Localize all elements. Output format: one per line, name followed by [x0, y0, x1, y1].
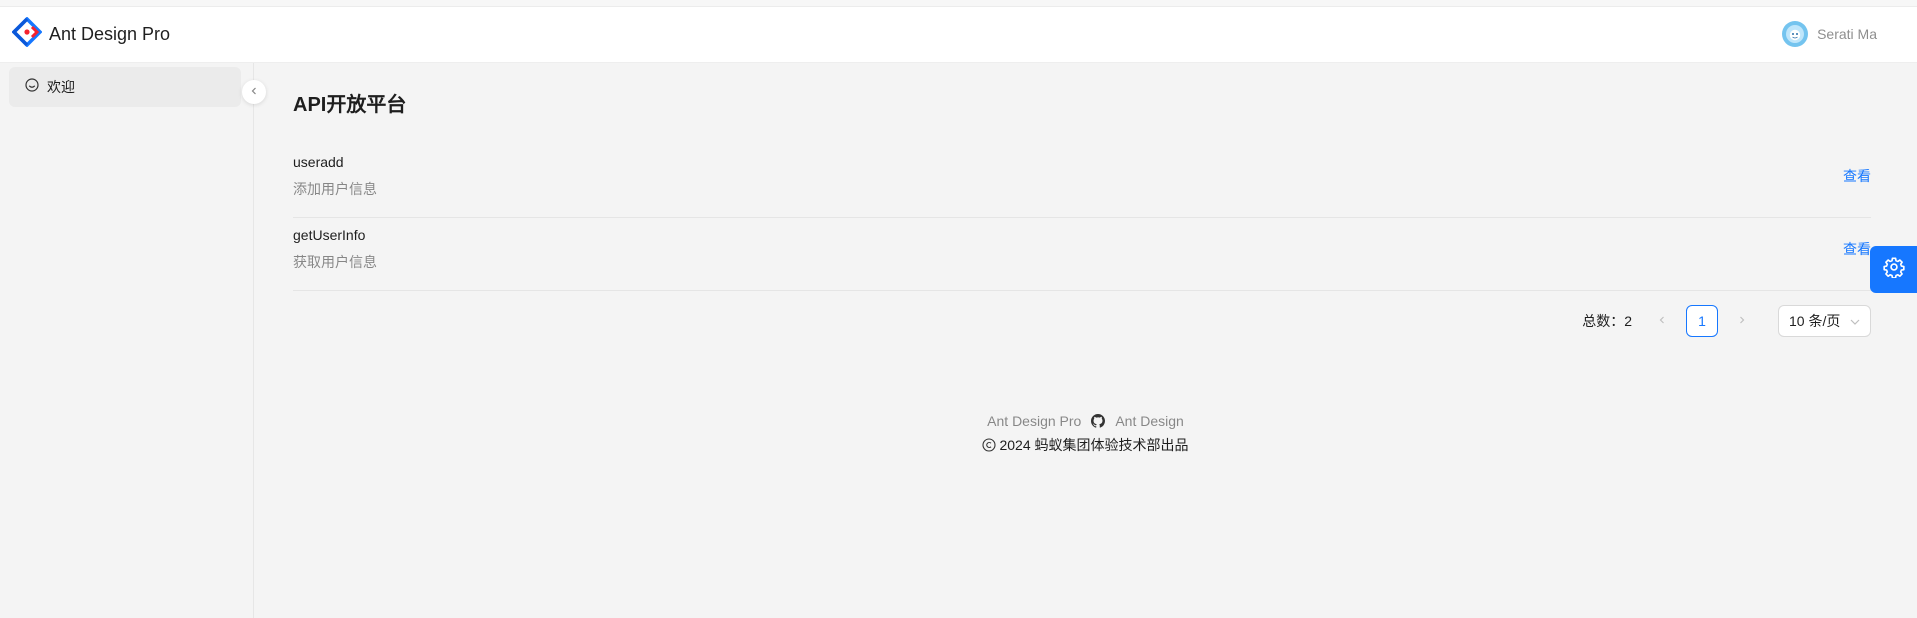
api-list: useradd 添加用户信息 查看 getUserInfo 获取用户信息 查看: [293, 145, 1871, 291]
page-1-button[interactable]: 1: [1686, 305, 1718, 337]
sidebar-item-label: 欢迎: [47, 79, 75, 95]
browser-top-strip: [0, 0, 1917, 7]
footer-links: Ant Design Pro Ant Design: [254, 413, 1917, 429]
list-item-description: 添加用户信息: [293, 181, 377, 197]
settings-drawer-button[interactable]: [1870, 246, 1917, 293]
view-link[interactable]: 查看: [1843, 166, 1871, 186]
copyright-text: 2024 蚂蚁集团体验技术部出品: [999, 437, 1189, 453]
page-title: API开放平台: [293, 94, 407, 116]
list-item-description: 获取用户信息: [293, 254, 377, 270]
smile-icon: [25, 77, 39, 97]
pagination-total: 总数：2: [1582, 313, 1632, 329]
page-size-select[interactable]: 10 条/页: [1778, 305, 1871, 337]
top-header: Ant Design Pro Serati Ma: [0, 7, 1917, 63]
avatar[interactable]: [1782, 21, 1809, 47]
sidebar-collapse-button[interactable]: [242, 80, 266, 104]
chevron-down-icon: [1849, 315, 1861, 331]
prev-page-button[interactable]: [1646, 305, 1678, 337]
app-title: Ant Design Pro: [49, 24, 171, 44]
next-page-button[interactable]: [1726, 305, 1758, 337]
footer: Ant Design Pro Ant Design 2024 蚂蚁集团体验技术部…: [254, 413, 1917, 455]
list-item-title: getUserInfo: [293, 227, 366, 243]
username: Serati Ma: [1817, 26, 1877, 42]
chevron-left-icon: [249, 83, 259, 101]
sidebar: 欢迎: [0, 63, 254, 618]
logo[interactable]: Ant Design Pro: [11, 16, 171, 52]
footer-link-ant-design-pro[interactable]: Ant Design Pro: [987, 413, 1081, 429]
chevron-left-icon: [1657, 312, 1667, 330]
github-icon[interactable]: [1091, 414, 1106, 428]
view-link[interactable]: 查看: [1843, 239, 1871, 259]
sidebar-item-welcome[interactable]: 欢迎: [9, 67, 241, 107]
list-item: useradd 添加用户信息 查看: [293, 145, 1871, 218]
page-size-value: 10 条/页: [1789, 313, 1841, 329]
copyright-icon: [982, 437, 999, 453]
footer-link-ant-design[interactable]: Ant Design: [1115, 413, 1183, 429]
ant-design-logo-icon: [11, 16, 43, 52]
chevron-right-icon: [1737, 312, 1747, 330]
list-item-title: useradd: [293, 154, 344, 170]
copyright: 2024 蚂蚁集团体验技术部出品: [254, 435, 1917, 455]
user-menu[interactable]: Serati Ma: [1782, 21, 1877, 47]
pagination: 总数：2 1 10 条/页: [1582, 305, 1871, 337]
list-item: getUserInfo 获取用户信息 查看: [293, 218, 1871, 291]
gear-icon: [1882, 256, 1905, 283]
